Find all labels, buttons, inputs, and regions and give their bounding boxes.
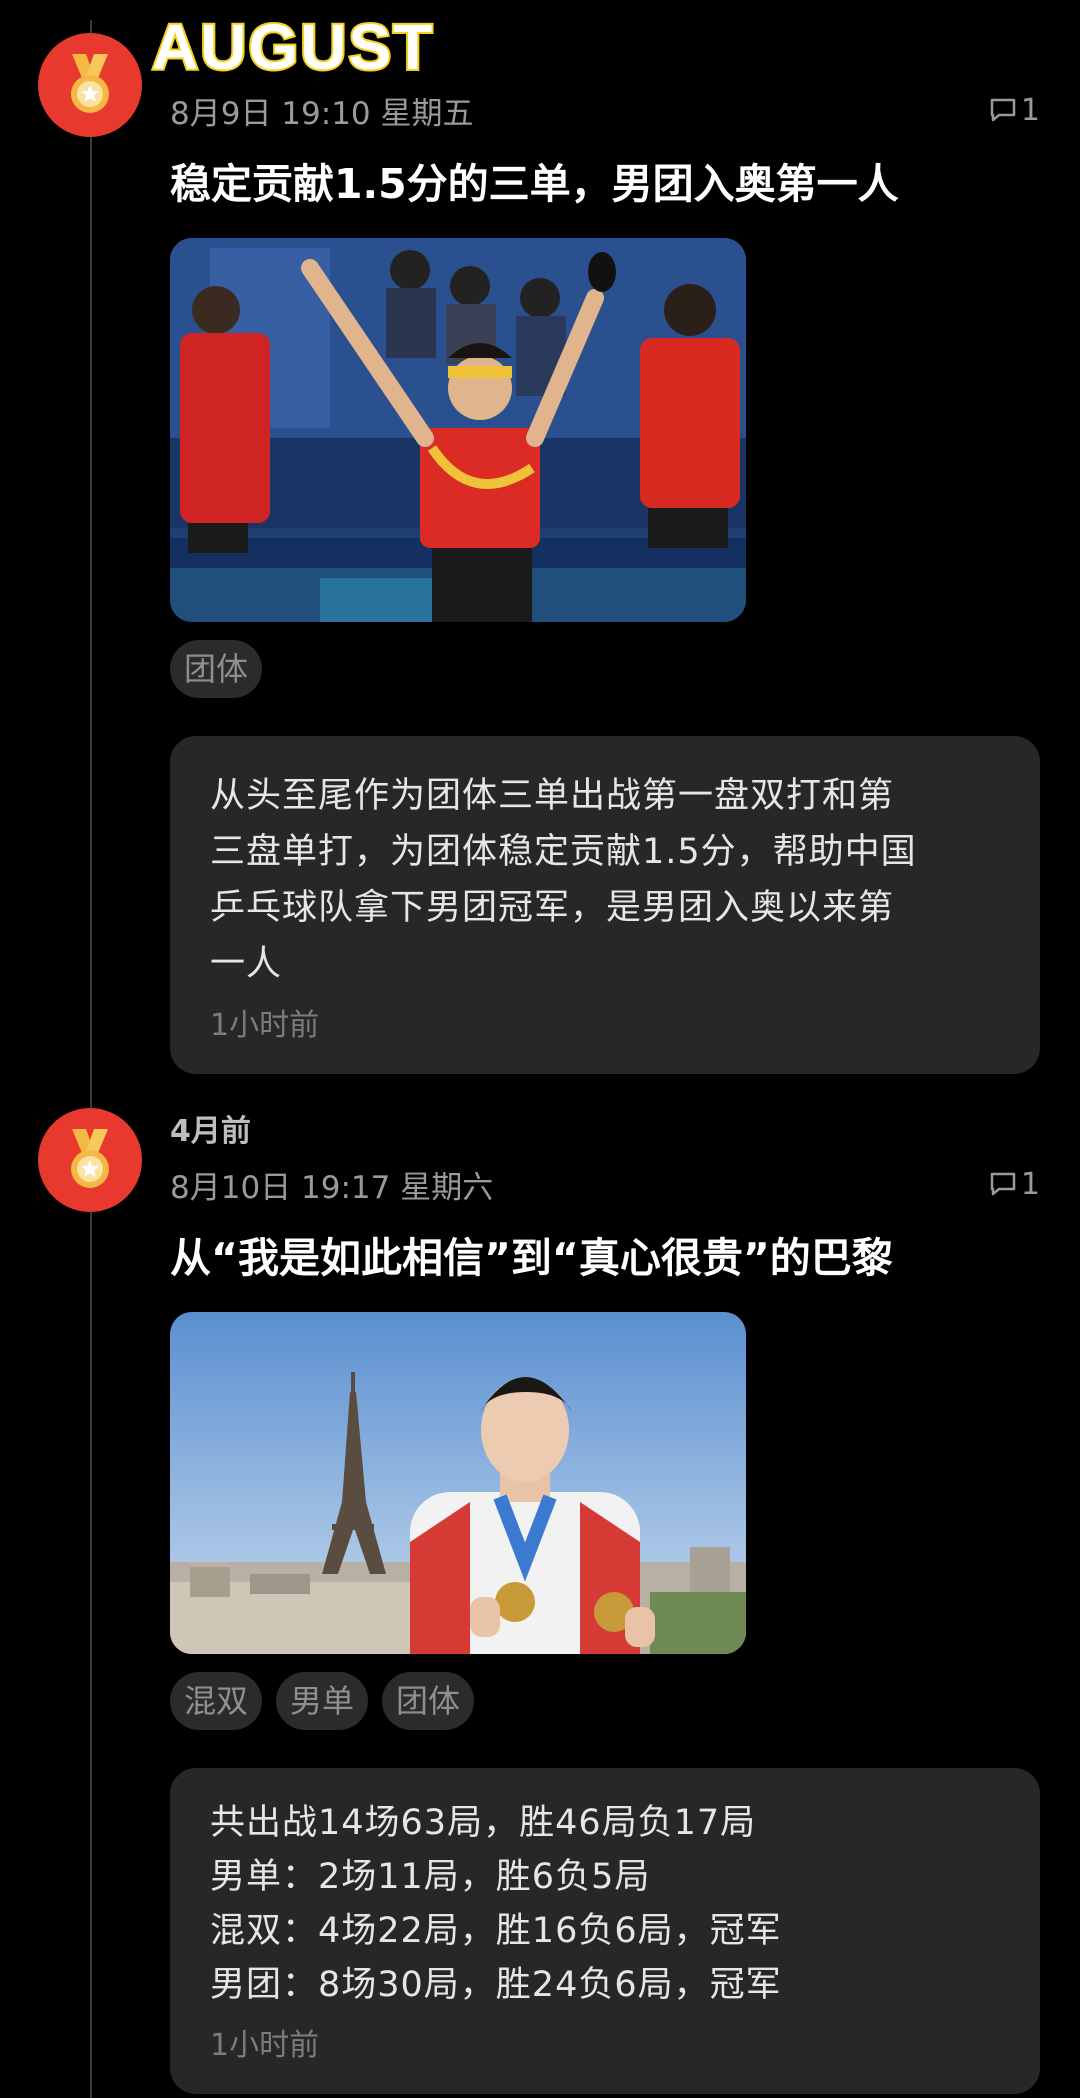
entry-photo[interactable] <box>170 1312 746 1654</box>
timeline-entry: 4月前 8月10日 19:17 星期六 1 从“我是如此相信”到“真心很贵”的巴… <box>170 1110 1040 2094</box>
entry-title[interactable]: 从“我是如此相信”到“真心很贵”的巴黎 <box>170 1230 1040 1286</box>
note-body: 共出战14场63局，胜46局负17局 男单：2场11局，胜6负5局 混双：4场2… <box>210 1796 1000 2012</box>
comment-count: 1 <box>1020 92 1040 128</box>
gold-medal-icon <box>38 33 142 137</box>
entry-title[interactable]: 稳定贡献1.5分的三单，男团入奥第一人 <box>170 156 1040 212</box>
note-line: 三盘单打，为团体稳定贡献1.5分，帮助中国 <box>210 832 917 872</box>
entry-date: 8月10日 19:17 星期六 <box>170 1169 494 1206</box>
note-line: 混双：4场22局，胜16负6局，冠军 <box>210 1911 782 1951</box>
relative-time: 4月前 <box>170 1114 251 1149</box>
note-line: 从头至尾作为团体三单出战第一盘双打和第 <box>210 776 895 816</box>
note-line: 男团：8场30局，胜24负6局，冠军 <box>210 1965 782 2005</box>
note-line: 一人 <box>210 944 283 984</box>
note-timestamp: 1小时前 <box>210 2028 320 2063</box>
entry-date-row: 8月10日 19:17 星期六 1 <box>170 1162 1040 1206</box>
comment-button[interactable]: 1 <box>989 93 1040 128</box>
note-timestamp: 1小时前 <box>210 1008 320 1043</box>
timeline-entry: 8月9日 19:10 星期五 1 稳定贡献1.5分的三单，男团入奥第一人 团体 … <box>170 88 1040 1074</box>
comment-button[interactable]: 1 <box>989 1167 1040 1202</box>
tag-list: 混双 男单 团体 <box>170 1672 1040 1730</box>
tag-chip[interactable]: 男单 <box>276 1672 369 1730</box>
comment-count: 1 <box>1020 1166 1040 1202</box>
tag-list: 团体 <box>170 640 1040 698</box>
timeline-line <box>90 20 92 2098</box>
comment-icon <box>990 98 1016 122</box>
note-line: 男单：2场11局，胜6负5局 <box>210 1857 651 1897</box>
entry-photo[interactable] <box>170 238 746 622</box>
note-line: 共出战14场63局，胜46局负17局 <box>210 1803 757 1843</box>
note-body: 从头至尾作为团体三单出战第一盘双打和第 三盘单打，为团体稳定贡献1.5分，帮助中… <box>210 768 1000 992</box>
gold-medal-icon <box>38 1108 142 1212</box>
month-header: AUGUST <box>150 9 435 85</box>
tag-chip[interactable]: 团体 <box>382 1672 475 1730</box>
tag-chip[interactable]: 混双 <box>170 1672 263 1730</box>
entry-date-row: 8月9日 19:10 星期五 1 <box>170 88 1040 132</box>
entry-date: 8月9日 19:10 星期五 <box>170 95 474 132</box>
note-card[interactable]: 共出战14场63局，胜46局负17局 男单：2场11局，胜6负5局 混双：4场2… <box>170 1768 1040 2094</box>
tag-chip[interactable]: 团体 <box>170 640 263 698</box>
note-card[interactable]: 从头至尾作为团体三单出战第一盘双打和第 三盘单打，为团体稳定贡献1.5分，帮助中… <box>170 736 1040 1074</box>
note-line: 乒乓球队拿下男团冠军，是男团入奥以来第 <box>210 888 895 928</box>
comment-icon <box>990 1172 1016 1196</box>
